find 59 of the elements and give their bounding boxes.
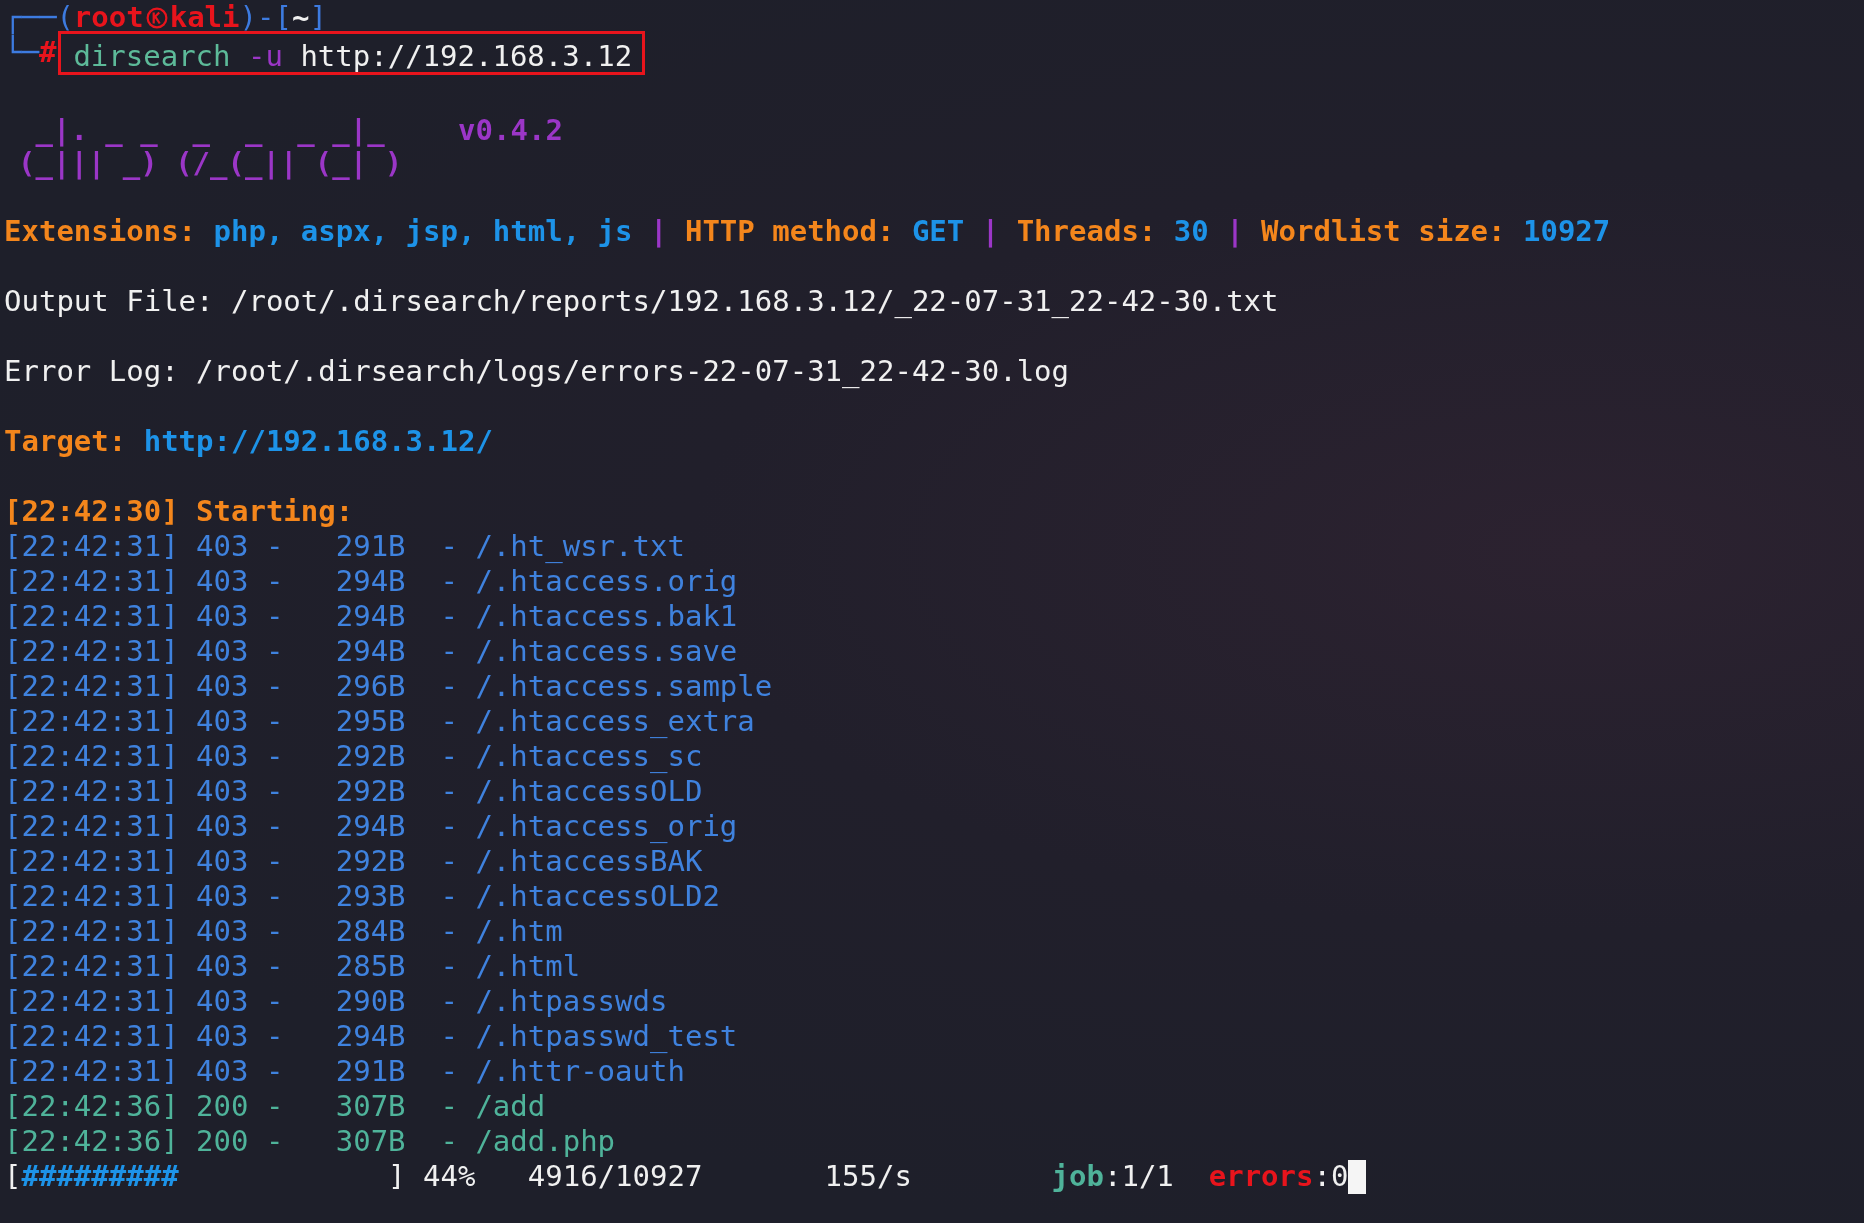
prompt-frame: ]: [309, 0, 327, 35]
prompt-frame: )-[: [239, 0, 292, 35]
progress-count: 4916/10927: [527, 1159, 703, 1194]
separator: |: [1226, 214, 1244, 249]
setting-value: 10927: [1523, 214, 1611, 249]
progress-percent: 44%: [423, 1159, 476, 1194]
result-line: [22:42:31] 403 - 294B - /.htaccess.orig: [4, 564, 738, 599]
result-line: [22:42:31] 403 - 293B - /.htaccessOLD2: [4, 879, 720, 914]
setting-value: php, aspx, jsp, html, js: [213, 214, 633, 249]
job-value: :1/1: [1104, 1159, 1174, 1193]
separator: |: [981, 214, 1000, 249]
result-line: [22:42:31] 403 - 296B - /.htaccess.sample: [4, 669, 773, 704]
result-line: [22:42:31] 403 - 294B - /.htaccess_orig: [4, 809, 738, 844]
starting-line: [22:42:30] Starting:: [4, 494, 354, 529]
version-label: v0.4.2: [458, 114, 563, 147]
output-file-line: Output File: /root/.dirsearch/reports/192.168.3.12/_22-07-31_22-42-30.txt: [4, 284, 1279, 319]
prompt-host: kali: [169, 0, 240, 35]
result-line: [22:42:31] 403 - 290B - /.htpasswds: [4, 984, 668, 1019]
progress-bracket: ]: [388, 1159, 406, 1194]
progress-hashes: #########: [21, 1159, 179, 1194]
prompt-directory: ~: [291, 0, 310, 35]
result-line: [22:42:36] 200 - 307B - /add.php: [4, 1124, 616, 1159]
ascii-art-line: _|. _ _ _ _ _ _|_: [34, 114, 386, 147]
result-line: [22:42:36] 200 - 307B - /add: [4, 1089, 546, 1124]
setting-value: 30: [1173, 214, 1209, 249]
setting-label: Wordlist size:: [1261, 214, 1506, 249]
result-line: [22:42:31] 403 - 294B - /.htpasswd_test: [4, 1019, 738, 1054]
setting-label: Threads:: [1016, 214, 1157, 249]
result-line: [22:42:31] 403 - 291B - /.httr-oauth: [4, 1054, 685, 1089]
target-url: http://192.168.3.12/: [143, 424, 493, 459]
separator: |: [650, 214, 668, 249]
prompt-frame: └─: [4, 35, 39, 70]
result-line: [22:42:31] 403 - 292B - /.htaccessOLD: [4, 774, 703, 809]
command-name: dirsearch: [73, 38, 231, 73]
setting-label: HTTP method:: [684, 214, 895, 249]
request-rate: 155/s: [824, 1159, 912, 1194]
prompt-frame: ┌──(: [4, 0, 74, 35]
text-cursor: [1348, 1159, 1366, 1194]
result-line: [22:42:31] 403 - 285B - /.html: [4, 949, 581, 984]
result-line: [22:42:31] 403 - 291B - /.ht_wsr.txt: [4, 529, 685, 564]
ascii-art-line: (_||| _) (/_(_|| (_| ): [18, 147, 403, 180]
error-log-line: Error Log: /root/.dirsearch/logs/errors-22-07-31_22-42-30.log: [4, 354, 1070, 389]
target-label: Target:: [4, 424, 127, 459]
errors-value: :0: [1313, 1159, 1349, 1193]
prompt-user: root: [73, 0, 144, 35]
result-line: [22:42:31] 403 - 292B - /.htaccess_sc: [4, 739, 703, 774]
result-line: [22:42:31] 403 - 294B - /.htaccess.save: [4, 634, 738, 669]
command-option: -u: [248, 38, 283, 73]
prompt-symbol: #: [38, 35, 57, 70]
job-label: job: [1051, 1159, 1104, 1193]
command-argument: http://192.168.3.12: [300, 38, 633, 73]
setting-label: Extensions:: [4, 214, 197, 249]
result-line: [22:42:31] 403 - 292B - /.htaccessBAK: [4, 844, 703, 879]
errors-label: errors: [1208, 1159, 1314, 1193]
progress-bracket: [: [4, 1159, 22, 1194]
setting-value: GET: [911, 214, 965, 249]
result-line: [22:42:31] 403 - 284B - /.htm: [4, 914, 563, 949]
result-line: [22:42:31] 403 - 295B - /.htaccess_extra: [4, 704, 755, 739]
result-line: [22:42:31] 403 - 294B - /.htaccess.bak1: [4, 599, 738, 634]
